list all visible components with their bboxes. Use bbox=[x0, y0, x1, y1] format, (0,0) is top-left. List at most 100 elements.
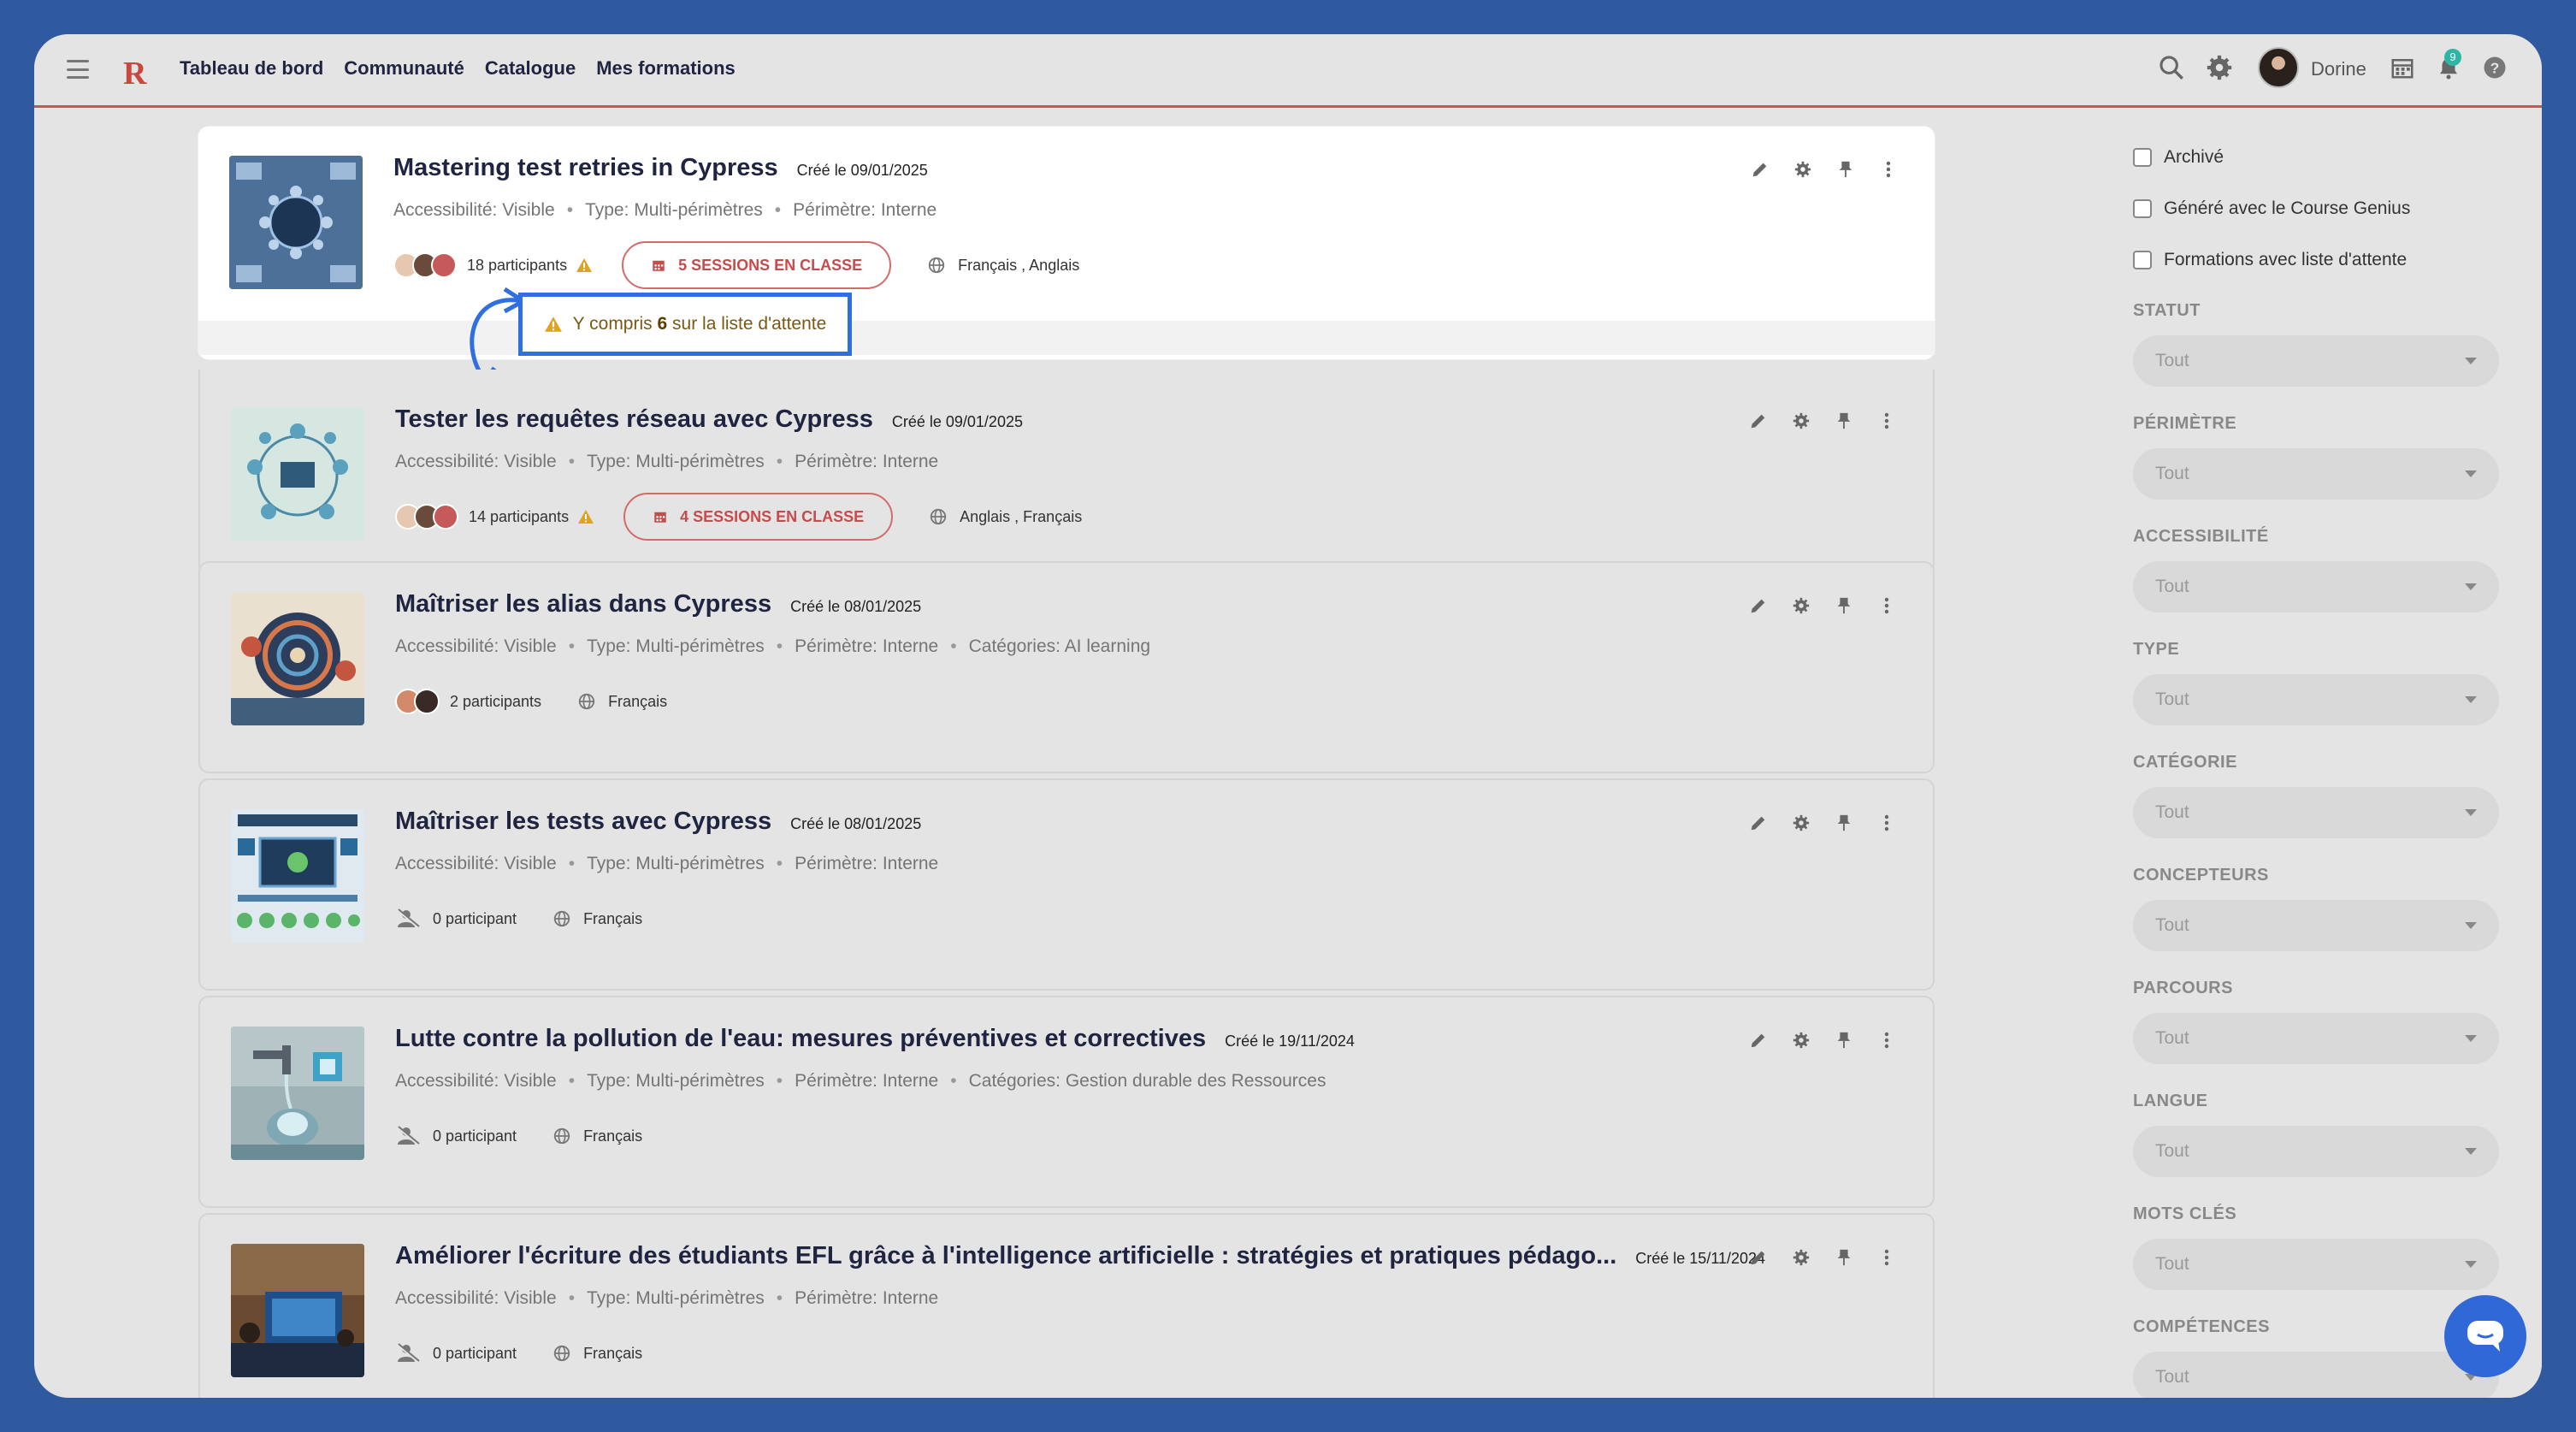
settings-gear-icon[interactable] bbox=[1791, 595, 1811, 616]
warning-icon[interactable] bbox=[577, 509, 594, 524]
settings-gear-icon[interactable] bbox=[1791, 411, 1811, 431]
filter-select-category[interactable]: Tout bbox=[2133, 787, 2499, 838]
sessions-button[interactable]: 5 SESSIONS EN CLASSE bbox=[622, 241, 892, 289]
filter-select-designers[interactable]: Tout bbox=[2133, 900, 2499, 951]
participants-count[interactable]: 18 participants bbox=[467, 257, 567, 275]
pin-icon[interactable] bbox=[1834, 1247, 1854, 1268]
checkbox[interactable] bbox=[2133, 251, 2152, 269]
course-actions bbox=[1750, 159, 1899, 180]
course-created-date: Créé le 15/11/2024 bbox=[1635, 1250, 1766, 1267]
course-thumbnail[interactable] bbox=[229, 156, 363, 289]
edit-pencil-icon[interactable] bbox=[1748, 1247, 1769, 1268]
app-logo[interactable]: R bbox=[123, 55, 146, 92]
settings-gear-icon[interactable] bbox=[1791, 813, 1811, 833]
checkbox[interactable] bbox=[2133, 199, 2152, 218]
filter-select-keywords[interactable]: Tout bbox=[2133, 1239, 2499, 1290]
more-options-icon[interactable] bbox=[1876, 595, 1897, 616]
app-window: R Tableau de bord Communauté Catalogue M… bbox=[34, 34, 2542, 1398]
course-title[interactable]: Lutte contre la pollution de l'eau: mesu… bbox=[395, 1025, 1355, 1053]
warning-icon[interactable] bbox=[576, 257, 593, 273]
pin-icon[interactable] bbox=[1834, 1030, 1854, 1050]
settings-gear-icon[interactable] bbox=[2205, 53, 2234, 82]
chevron-down-icon bbox=[2465, 809, 2477, 816]
course-languages: Français bbox=[552, 1344, 642, 1363]
filter-label-type: TYPE bbox=[2133, 640, 2180, 659]
sessions-button[interactable]: 4 SESSIONS EN CLASSE bbox=[623, 493, 894, 541]
course-thumbnail[interactable] bbox=[231, 1027, 364, 1160]
filter-select-type[interactable]: Tout bbox=[2133, 674, 2499, 725]
user-avatar[interactable] bbox=[2258, 47, 2299, 88]
filter-select-status[interactable]: Tout bbox=[2133, 335, 2499, 387]
participants-count[interactable]: 2 participants bbox=[450, 693, 541, 711]
course-thumbnail[interactable] bbox=[231, 407, 364, 541]
more-options-icon[interactable] bbox=[1876, 1030, 1897, 1050]
participants-count[interactable]: 0 participant bbox=[433, 1345, 517, 1363]
participant-avatars bbox=[393, 252, 457, 278]
filter-checkbox-course-genius[interactable]: Généré avec le Course Genius bbox=[2133, 198, 2410, 219]
course-languages: Français bbox=[552, 1127, 642, 1145]
pin-icon[interactable] bbox=[1835, 159, 1856, 180]
settings-gear-icon[interactable] bbox=[1791, 1247, 1811, 1268]
settings-gear-icon[interactable] bbox=[1793, 159, 1813, 180]
course-details-row: 2 participants Français bbox=[395, 678, 667, 725]
more-options-icon[interactable] bbox=[1876, 1247, 1897, 1268]
course-thumbnail[interactable] bbox=[231, 809, 364, 943]
pin-icon[interactable] bbox=[1834, 595, 1854, 616]
filter-select-perimeter[interactable]: Tout bbox=[2133, 448, 2499, 500]
chat-support-button[interactable] bbox=[2444, 1295, 2526, 1377]
nav-dashboard[interactable]: Tableau de bord bbox=[180, 57, 323, 80]
more-options-icon[interactable] bbox=[1876, 813, 1897, 833]
filter-label-language: LANGUE bbox=[2133, 1092, 2208, 1110]
course-card[interactable]: Lutte contre la pollution de l'eau: mesu… bbox=[198, 996, 1935, 1208]
edit-pencil-icon[interactable] bbox=[1748, 1030, 1769, 1050]
filter-select-skills[interactable]: Tout bbox=[2133, 1352, 2499, 1398]
course-card[interactable]: Tester les requêtes réseau avec Cypress C… bbox=[198, 370, 1935, 575]
nav-my-courses[interactable]: Mes formations bbox=[596, 57, 736, 80]
no-participant-icon bbox=[397, 908, 420, 929]
user-name[interactable]: Dorine bbox=[2311, 58, 2366, 80]
chevron-down-icon bbox=[2465, 358, 2477, 364]
course-title[interactable]: Tester les requêtes réseau avec Cypress C… bbox=[395, 405, 1023, 434]
filter-checkbox-waitlist[interactable]: Formations avec liste d'attente bbox=[2133, 250, 2407, 270]
course-title[interactable]: Mastering test retries in Cypress Créé le… bbox=[393, 154, 928, 182]
more-options-icon[interactable] bbox=[1878, 159, 1899, 180]
course-languages: Français bbox=[552, 909, 642, 928]
pin-icon[interactable] bbox=[1834, 813, 1854, 833]
edit-pencil-icon[interactable] bbox=[1748, 595, 1769, 616]
filter-select-accessibility[interactable]: Tout bbox=[2133, 561, 2499, 612]
pin-icon[interactable] bbox=[1834, 411, 1854, 431]
filter-select-language[interactable]: Tout bbox=[2133, 1126, 2499, 1177]
course-thumbnail[interactable] bbox=[231, 1244, 364, 1377]
participants-count[interactable]: 0 participant bbox=[433, 910, 517, 928]
edit-pencil-icon[interactable] bbox=[1748, 411, 1769, 431]
checkbox[interactable] bbox=[2133, 148, 2152, 167]
participants-count[interactable]: 0 participant bbox=[433, 1127, 517, 1145]
participants-count[interactable]: 14 participants bbox=[469, 508, 569, 526]
chevron-down-icon bbox=[2465, 922, 2477, 929]
chevron-down-icon bbox=[2465, 583, 2477, 590]
course-title[interactable]: Maîtriser les tests avec Cypress Créé le … bbox=[395, 808, 921, 836]
filter-checkbox-archived[interactable]: Archivé bbox=[2133, 147, 2224, 168]
course-card[interactable]: Maîtriser les alias dans Cypress Créé le … bbox=[198, 561, 1935, 773]
help-icon[interactable]: ? bbox=[2482, 55, 2508, 80]
course-thumbnail[interactable] bbox=[231, 592, 364, 725]
course-actions bbox=[1748, 813, 1897, 833]
chevron-down-icon bbox=[2465, 1148, 2477, 1155]
edit-pencil-icon[interactable] bbox=[1750, 159, 1770, 180]
filter-select-paths[interactable]: Tout bbox=[2133, 1013, 2499, 1064]
course-meta: Accessibilité: Visible • Type: Multi-périm… bbox=[395, 1071, 1326, 1091]
menu-icon[interactable] bbox=[67, 60, 89, 79]
more-options-icon[interactable] bbox=[1876, 411, 1897, 431]
edit-pencil-icon[interactable] bbox=[1748, 813, 1769, 833]
course-card[interactable]: Améliorer l'écriture des étudiants EFL g… bbox=[198, 1213, 1935, 1398]
waitlist-tooltip: Y compris 6 sur la liste d'attente bbox=[518, 293, 852, 356]
course-title[interactable]: Maîtriser les alias dans Cypress Créé le … bbox=[395, 590, 921, 618]
search-icon[interactable] bbox=[2157, 53, 2186, 82]
notification-count-badge: 9 bbox=[2444, 49, 2461, 66]
settings-gear-icon[interactable] bbox=[1791, 1030, 1811, 1050]
calendar-icon[interactable] bbox=[2390, 55, 2415, 80]
course-title[interactable]: Améliorer l'écriture des étudiants EFL g… bbox=[395, 1242, 1765, 1270]
nav-catalog[interactable]: Catalogue bbox=[485, 57, 576, 80]
nav-community[interactable]: Communauté bbox=[344, 57, 464, 80]
course-card[interactable]: Maîtriser les tests avec Cypress Créé le … bbox=[198, 778, 1935, 991]
